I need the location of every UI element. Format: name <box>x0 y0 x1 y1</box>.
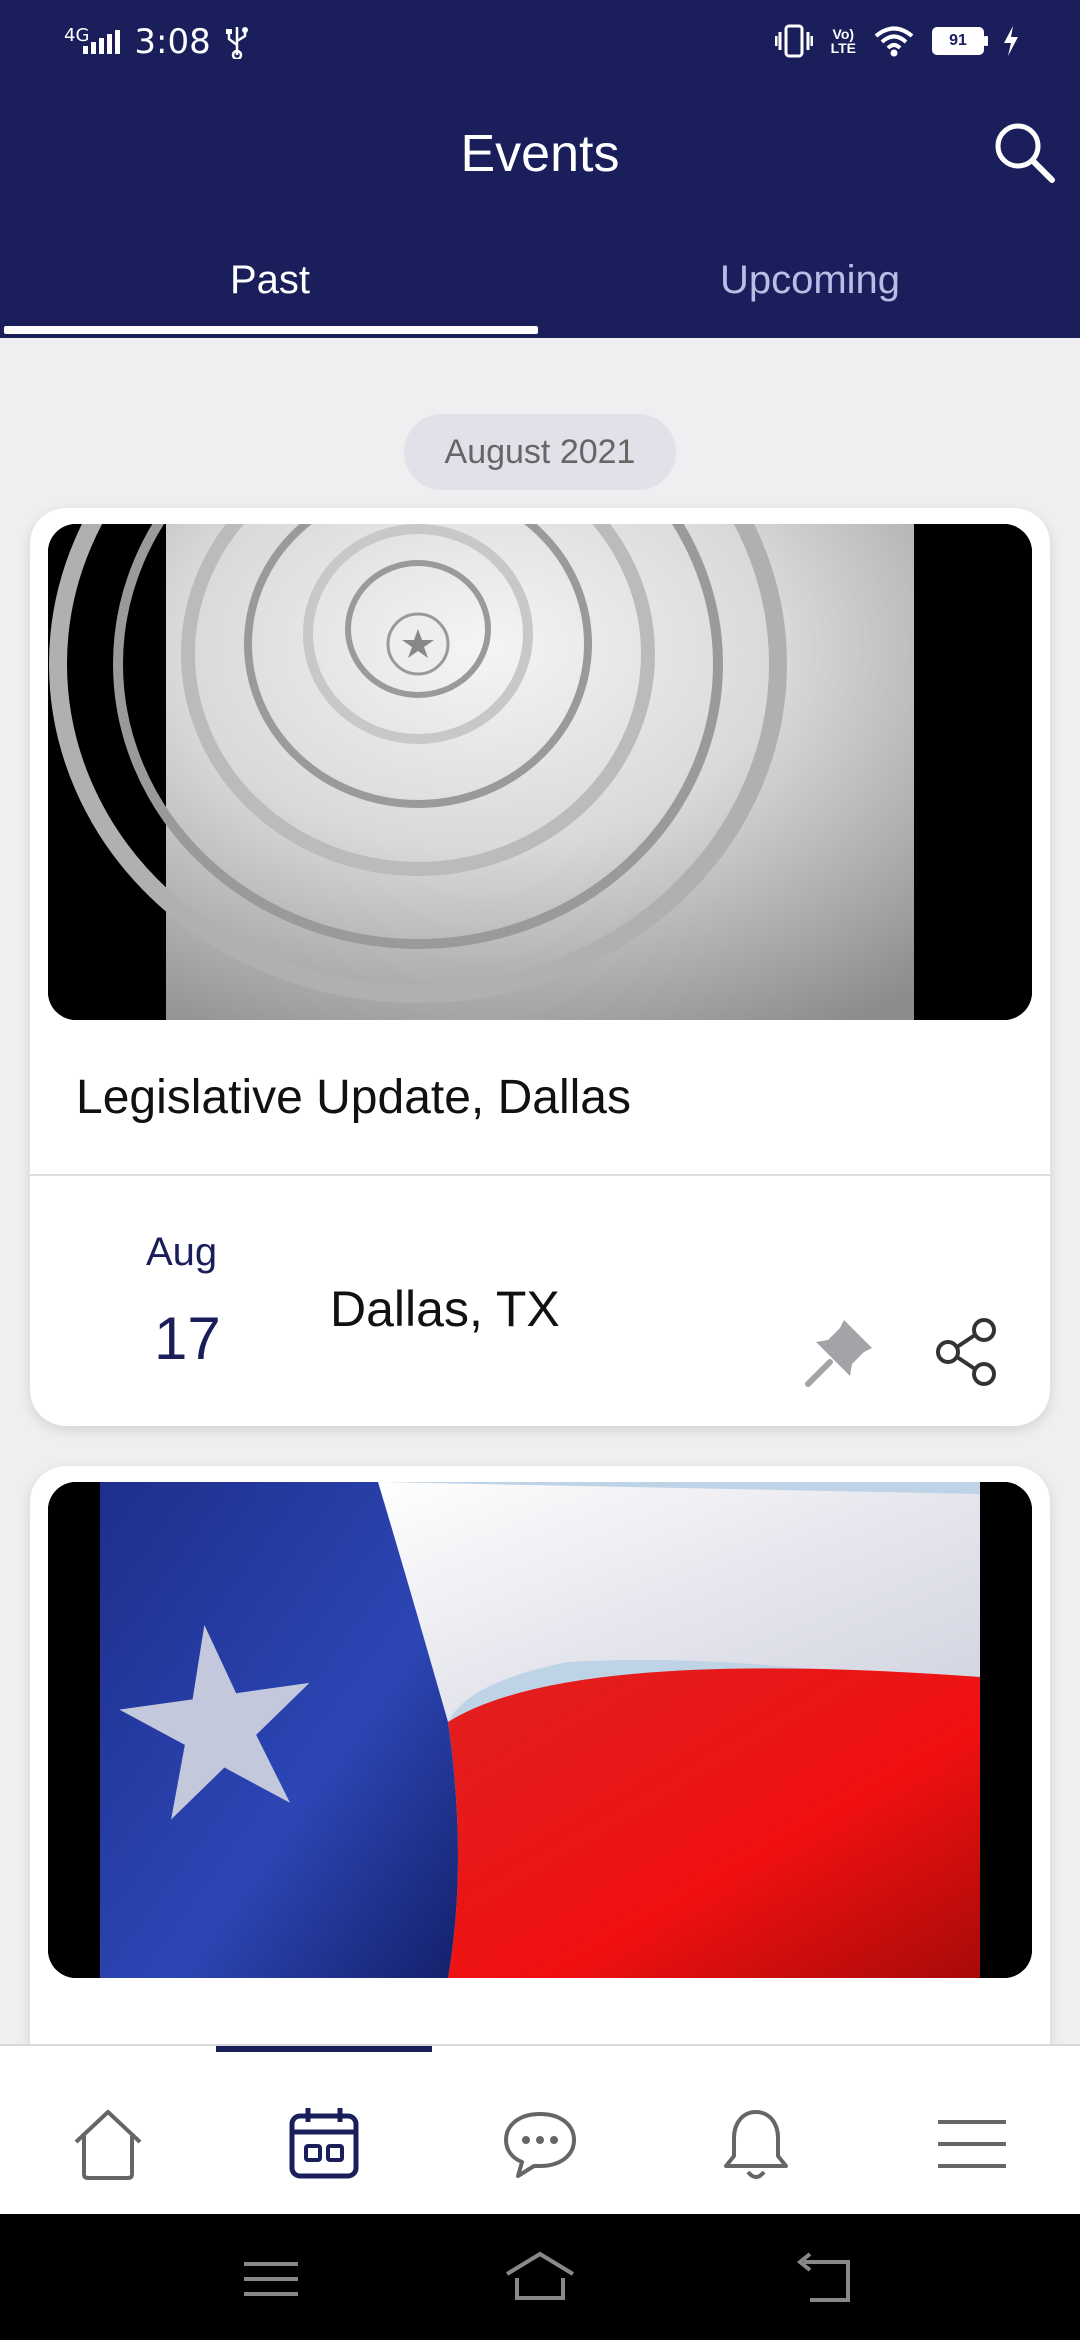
event-card[interactable]: Legislative Update, Dallas Aug 17 Dallas… <box>30 508 1050 1426</box>
event-title[interactable]: Legislative Update, Dallas <box>76 1070 631 1125</box>
network-type: 4G <box>64 25 90 46</box>
status-right: Vo) LTE 91 <box>774 24 1020 58</box>
share-button[interactable] <box>932 1316 1004 1388</box>
event-image-capitol <box>48 524 1032 1020</box>
pin-icon <box>805 1320 872 1387</box>
volte-icon: Vo) LTE <box>831 27 856 55</box>
system-nav-bar <box>0 2214 1080 2340</box>
volte-bottom: LTE <box>830 40 856 56</box>
system-home-icon <box>505 2251 575 2300</box>
search-icon <box>995 123 1055 183</box>
app-header: 4G 3:08 Vo) LTE 91 Events Past Upcoming <box>0 0 1080 338</box>
back-icon <box>796 2252 850 2302</box>
bell-icon <box>724 2110 788 2179</box>
system-home-button[interactable] <box>505 2244 575 2314</box>
recents-icon <box>244 2262 298 2296</box>
status-time: 3:08 <box>134 22 211 62</box>
capitol-dome-image <box>48 524 1032 1020</box>
battery-level: 91 <box>949 32 967 49</box>
event-image-flag <box>48 1482 1032 1978</box>
event-date-day: 17 <box>154 1305 221 1372</box>
volte-top: Vo) <box>832 26 855 42</box>
battery-icon: 91 <box>932 27 988 55</box>
event-location: Dallas, TX <box>330 1281 560 1337</box>
status-bar: 4G 3:08 Vo) LTE 91 <box>0 0 1080 90</box>
home-icon <box>74 2110 142 2180</box>
calendar-icon <box>289 2108 359 2179</box>
system-recents-button[interactable] <box>236 2244 306 2314</box>
texas-flag-image <box>48 1482 1032 1978</box>
share-icon <box>936 1318 996 1386</box>
chat-icon <box>504 2112 576 2178</box>
vibrate-icon <box>774 24 813 58</box>
tab-upcoming[interactable]: Upcoming <box>540 232 1080 338</box>
pin-button[interactable] <box>802 1314 878 1390</box>
nav-active-indicator <box>216 2046 432 2052</box>
system-back-button[interactable] <box>788 2244 858 2314</box>
month-separator: August 2021 <box>404 414 676 490</box>
status-left: 4G 3:08 <box>64 22 249 62</box>
charging-icon <box>1004 26 1018 56</box>
menu-icon <box>938 2120 1006 2168</box>
signal-indicator: 4G <box>64 25 121 54</box>
tab-past[interactable]: Past <box>0 232 540 338</box>
events-tabs: Past Upcoming <box>0 232 1080 338</box>
nav-menu[interactable] <box>924 2096 1020 2192</box>
wifi-icon <box>874 26 914 57</box>
nav-events[interactable] <box>276 2096 372 2192</box>
event-date-month: Aug <box>146 1230 218 1274</box>
card-divider <box>30 1174 1050 1176</box>
nav-notifications[interactable] <box>708 2096 804 2192</box>
month-label: August 2021 <box>444 432 636 471</box>
page-title: Events <box>460 125 620 183</box>
nav-messages[interactable] <box>492 2096 588 2192</box>
bottom-navigation <box>0 2044 1080 2216</box>
nav-home[interactable] <box>60 2096 156 2192</box>
search-button[interactable] <box>990 118 1060 188</box>
usb-icon <box>225 27 248 59</box>
